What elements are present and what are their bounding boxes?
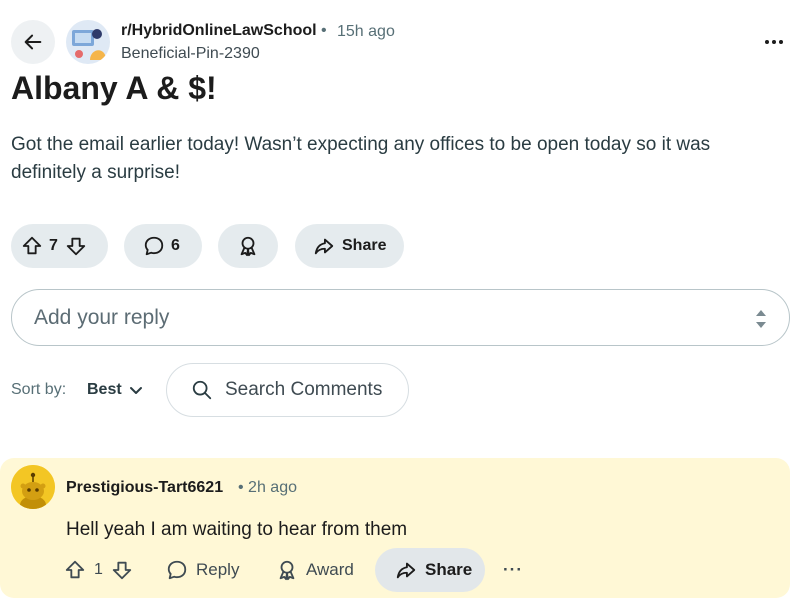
post-timestamp: 15h ago [337,23,395,40]
share-label: Share [342,237,387,254]
reply-input[interactable]: Add your reply [11,289,790,346]
search-icon [191,379,213,401]
avatar[interactable] [11,465,55,509]
search-comments-input[interactable]: Search Comments [166,363,409,417]
award-button[interactable] [218,224,278,268]
post-body: Got the email earlier today! Wasn’t expe… [11,134,711,183]
subreddit-link[interactable]: r/HybridOnlineLawSchool [121,22,317,39]
share-button[interactable]: Share [295,224,404,268]
arrow-left-icon [22,31,44,53]
share-arrow-icon [313,235,335,257]
reply-placeholder: Add your reply [34,305,170,329]
comment-count: 6 [171,237,180,254]
sort-dropdown[interactable]: Best [87,381,143,399]
chevron-down-icon [129,383,143,397]
speech-bubble-icon [143,235,165,257]
arrow-down-icon[interactable] [65,235,87,257]
vote-count: 7 [49,237,58,254]
post-title: Albany A & $! [11,70,217,106]
comment-vote-count: 1 [94,561,103,578]
sort-label: Sort by: [11,381,67,398]
comment-vote: 1 [64,548,133,592]
award-ribbon-icon [276,559,298,581]
search-placeholder: Search Comments [225,379,383,400]
sort-value: Best [87,381,122,398]
award-button[interactable]: Award [276,548,354,592]
reply-button[interactable]: Reply [166,548,239,592]
more-dots-icon [764,39,784,45]
arrow-down-icon[interactable] [111,559,133,581]
award-ribbon-icon [237,235,259,257]
more-options-button[interactable] [760,28,788,56]
back-button[interactable] [11,20,55,64]
comment-text: Hell yeah I am waiting to hear from them [66,519,408,540]
comment-author[interactable]: Prestigious-Tart6621 [66,479,223,497]
share-label: Share [425,560,473,579]
vote-pill: 7 [11,224,108,268]
comment-more-button[interactable]: ··· [503,548,523,592]
arrow-up-icon[interactable] [64,559,86,581]
comments-button[interactable]: 6 [124,224,202,268]
subreddit-avatar[interactable] [66,20,110,64]
share-button[interactable]: Share [375,548,485,592]
comment-timestamp: • 2h ago [238,479,297,496]
post-author[interactable]: Beneficial-Pin-2390 [121,45,260,63]
speech-bubble-icon [166,559,188,581]
share-arrow-icon [395,559,417,581]
award-label: Award [306,560,354,579]
up-down-arrows-icon[interactable] [755,307,767,331]
arrow-up-icon[interactable] [21,235,43,257]
separator-dot: • [321,22,327,39]
subreddit-name[interactable]: r/HybridOnlineLawSchool • [121,22,327,40]
reply-label: Reply [196,560,240,579]
